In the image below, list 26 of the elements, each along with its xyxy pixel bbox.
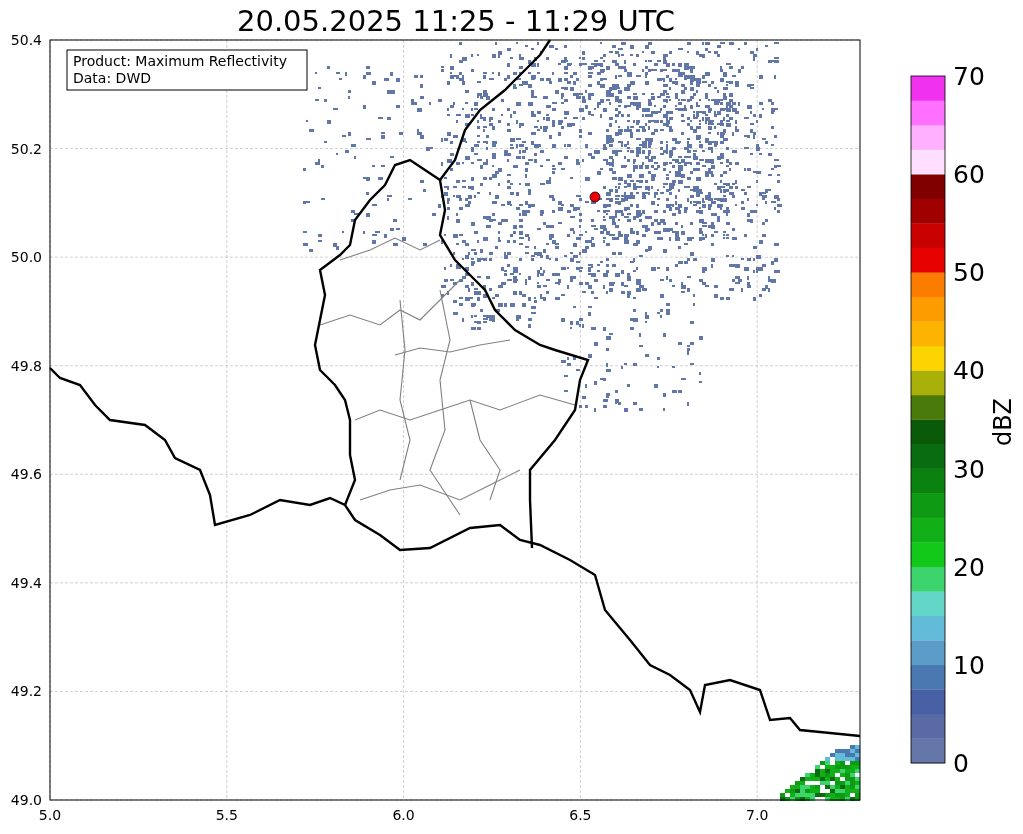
y-tick-label: 50.2 (10, 140, 42, 157)
y-tick-label: 49.0 (10, 792, 42, 808)
x-tick-label: 5.0 (38, 807, 62, 823)
colorbar-tick-label: 10 (953, 650, 985, 680)
x-tick-label: 5.5 (215, 807, 238, 823)
y-tick-label: 49.6 (10, 466, 42, 483)
y-tick-label: 50.0 (10, 249, 42, 266)
y-tick-label: 49.4 (10, 574, 42, 591)
info-text: Data: DWD (73, 70, 151, 86)
y-tick-label: 49.8 (10, 357, 42, 374)
colorbar-label: dBZ (989, 397, 1017, 447)
y-tick-label: 49.2 (10, 683, 42, 700)
location-marker (589, 191, 601, 203)
y-tick-label: 50.4 (10, 32, 42, 48)
colorbar-tick-label: 30 (953, 454, 985, 484)
x-tick-label: 7.0 (746, 807, 769, 823)
colorbar-tick-label: 20 (953, 552, 985, 582)
colorbar-tick-label: 50 (953, 258, 985, 288)
x-tick-label: 6.0 (392, 807, 415, 823)
colorbar-tick-label: 60 (953, 160, 985, 190)
x-tick-label: 6.5 (569, 807, 592, 823)
colorbar-tick-label: 0 (953, 749, 969, 778)
colorbar-tick-label: 70 (953, 62, 985, 91)
chart-title: 20.05.2025 11:25 - 11:29 UTC (237, 4, 675, 38)
info-text: Product: Maximum Reflectivity (73, 53, 287, 69)
colorbar-tick-label: 40 (953, 356, 985, 386)
